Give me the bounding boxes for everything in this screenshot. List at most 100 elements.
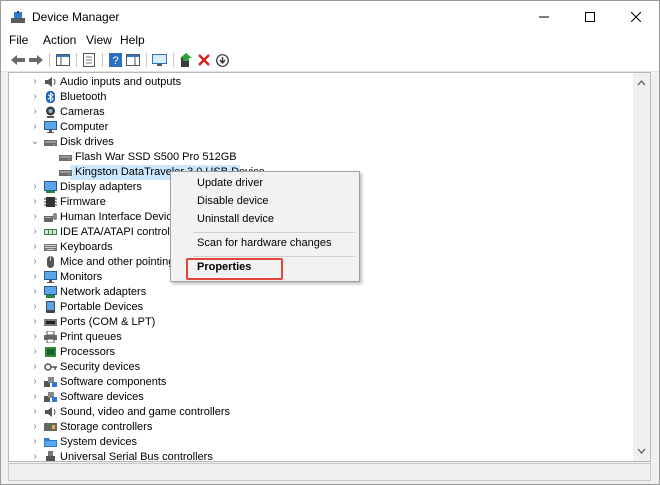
speaker-icon (45, 407, 56, 417)
tree-category-item[interactable]: › Network adapters (9, 285, 629, 300)
expand-chevron-icon[interactable]: › (30, 181, 40, 193)
tree-item-label: Ports (COM & LPT) (60, 316, 156, 328)
tree-item-label: Print queues (60, 331, 122, 343)
tree-category-item[interactable]: › Audio inputs and outputs (9, 75, 629, 90)
keyboard-icon (44, 244, 57, 251)
expand-chevron-icon[interactable]: › (30, 226, 40, 238)
mouse-icon (47, 256, 54, 268)
ctx-label: Uninstall device (197, 213, 275, 225)
uninstall-button[interactable] (196, 52, 212, 68)
expand-chevron-icon[interactable]: › (30, 391, 40, 403)
scan-icon (151, 53, 167, 66)
tree-category-item[interactable]: ⌄ Disk drives (9, 135, 629, 150)
tree-item-label: Human Interface Devices (60, 211, 184, 223)
update-driver-button[interactable] (178, 52, 194, 68)
expand-chevron-icon[interactable]: › (30, 106, 40, 118)
tree-category-item[interactable]: › Universal Serial Bus controllers (9, 450, 629, 461)
expand-chevron-icon[interactable]: › (30, 406, 40, 418)
vertical-scrollbar[interactable] (633, 73, 650, 461)
network-icon (44, 286, 57, 298)
ctx-separator (193, 256, 355, 257)
ctx-disable-device[interactable]: Disable device (171, 193, 359, 211)
forward-button[interactable] (28, 52, 44, 68)
tree-item-label: Sound, video and game controllers (60, 406, 230, 418)
expand-chevron-icon[interactable]: › (30, 331, 40, 343)
scan-hardware-button[interactable] (151, 52, 167, 68)
tree-category-item[interactable]: › Bluetooth (9, 90, 629, 105)
forward-icon (29, 55, 43, 65)
ctx-uninstall-device[interactable]: Uninstall device (171, 211, 359, 229)
tree-category-item[interactable]: › Software devices (9, 390, 629, 405)
expand-chevron-icon[interactable]: › (30, 346, 40, 358)
menu-help[interactable]: Help (120, 33, 145, 47)
tree-category-item[interactable]: › Processors (9, 345, 629, 360)
display-icon (44, 181, 57, 193)
device-manager-icon (11, 11, 25, 23)
help-button[interactable]: ? (107, 52, 123, 68)
expand-chevron-icon[interactable]: › (30, 196, 40, 208)
expand-chevron-icon[interactable]: › (30, 316, 40, 328)
tree-item-label: Processors (60, 346, 116, 358)
expand-chevron-icon[interactable]: › (30, 271, 40, 283)
menu-file[interactable]: File (9, 33, 28, 47)
expand-chevron-icon[interactable]: › (30, 451, 40, 461)
printer-icon (44, 331, 57, 343)
ctx-update-driver[interactable]: Update driver (171, 175, 359, 193)
bluetooth-icon (46, 91, 55, 103)
tree-category-item[interactable]: › Software components (9, 375, 629, 390)
action-pane-button[interactable] (125, 52, 141, 68)
show-hide-tree-button[interactable] (55, 52, 71, 68)
tree-item-label: Display adapters (60, 181, 142, 193)
close-button[interactable] (613, 1, 659, 32)
properties-button[interactable] (81, 52, 97, 68)
menu-view[interactable]: View (86, 33, 112, 47)
disable-button[interactable] (214, 52, 230, 68)
expand-chevron-icon[interactable]: › (30, 376, 40, 388)
expand-chevron-icon[interactable]: › (30, 211, 40, 223)
expand-chevron-icon[interactable]: › (30, 436, 40, 448)
expand-chevron-icon[interactable]: › (30, 301, 40, 313)
hid-icon (44, 213, 57, 222)
back-button[interactable] (10, 52, 26, 68)
speaker-icon (45, 77, 56, 87)
tree-category-item[interactable]: › Sound, video and game controllers (9, 405, 629, 420)
expand-chevron-icon[interactable]: › (30, 121, 40, 133)
tree-category-item[interactable]: › System devices (9, 435, 629, 450)
collapse-chevron-icon[interactable]: ⌄ (30, 136, 40, 148)
tree-category-item[interactable]: › Storage controllers (9, 420, 629, 435)
component-icon (44, 377, 57, 387)
expand-chevron-icon[interactable]: › (30, 91, 40, 103)
ctx-label: Update driver (197, 177, 264, 189)
menu-action[interactable]: Action (43, 33, 76, 47)
download-icon (215, 53, 229, 67)
cpu-icon (45, 347, 56, 357)
tree-category-item[interactable]: › Cameras (9, 105, 629, 120)
expand-chevron-icon[interactable]: › (30, 421, 40, 433)
tree-item-label: Portable Devices (60, 301, 144, 313)
expand-chevron-icon[interactable]: › (30, 256, 40, 268)
camera-icon (46, 106, 55, 118)
tree-category-item[interactable]: › Ports (COM & LPT) (9, 315, 629, 330)
uninstall-icon (198, 54, 210, 66)
expand-chevron-icon[interactable]: › (30, 286, 40, 298)
tree-item-label: Flash War SSD S500 Pro 512GB (75, 151, 237, 163)
minimize-button[interactable] (521, 1, 567, 32)
expand-chevron-icon[interactable]: › (30, 76, 40, 88)
tree-category-item[interactable]: › Print queues (9, 330, 629, 345)
ctx-scan-hardware[interactable]: Scan for hardware changes (171, 235, 359, 253)
properties-highlight (186, 258, 283, 280)
tree-device-item[interactable]: Flash War SSD S500 Pro 512GB (9, 150, 629, 165)
port-icon (44, 319, 57, 326)
maximize-button[interactable] (567, 1, 613, 32)
scroll-down-icon[interactable] (633, 445, 650, 457)
tree-item-label: Keyboards (60, 241, 113, 253)
expand-chevron-icon[interactable]: › (30, 241, 40, 253)
portable-icon (46, 301, 55, 313)
tree-category-item[interactable]: › Security devices (9, 360, 629, 375)
expand-chevron-icon[interactable]: › (30, 361, 40, 373)
status-bar (8, 463, 651, 481)
tree-category-item[interactable]: › Computer (9, 120, 629, 135)
tree-item-label: IDE ATA/ATAPI controllers (60, 226, 188, 238)
scroll-up-icon[interactable] (633, 77, 650, 89)
tree-category-item[interactable]: › Portable Devices (9, 300, 629, 315)
